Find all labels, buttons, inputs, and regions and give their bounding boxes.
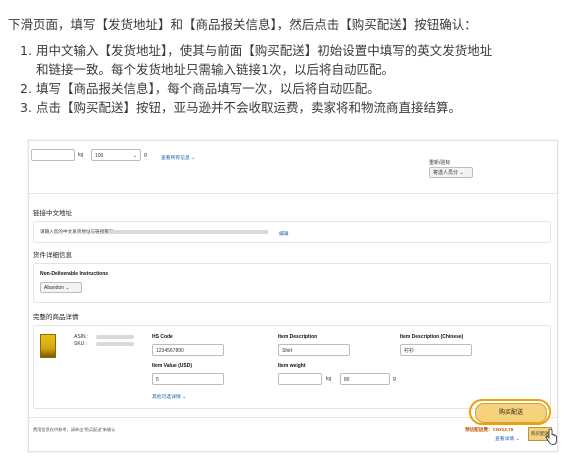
step-item: 1. 用中文输入【发货地址】，使其与前面【购买配送】初始设置中填写的英文发货地址… <box>20 41 492 79</box>
item-value-input[interactable]: 5 <box>152 373 224 385</box>
step-text-continued: 和链接一致。每个发货地址只需输入链接1次，以后将自动匹配。 <box>36 62 394 77</box>
estimated-fee: 预估配送费：CN¥13.76 <box>465 427 514 432</box>
sender-select[interactable]: 寄送人员分 ⌄ <box>429 167 473 178</box>
steps-list: 1. 用中文输入【发货地址】，使其与前面【购买配送】初始设置中填写的英文发货地址… <box>20 41 492 117</box>
dimension-input[interactable]: 100 ⌄ <box>91 149 141 161</box>
blurred-sku <box>96 342 134 346</box>
address-section-title: 链接中文地址 <box>33 210 72 217</box>
asin-label: ASIN : <box>74 334 89 340</box>
blurred-address <box>108 230 268 234</box>
right-label: 重新/验标 <box>429 160 451 166</box>
chevron-down-icon: ⌄ <box>132 153 137 159</box>
more-details-link[interactable]: 其他可选详情 ⌄ <box>152 393 186 400</box>
dimension-value: 100 <box>95 153 104 159</box>
kg-unit: kg <box>78 152 84 158</box>
buy-shipping-button[interactable]: 购买配送 <box>475 403 547 423</box>
item-description-cn-input[interactable]: 衬衫 <box>400 344 472 356</box>
weight-input[interactable] <box>31 149 75 161</box>
step-number: 1. <box>20 43 32 58</box>
step-item: 2. 填写【商品报关信息】，每个商品填写一次，以后将自动匹配。 <box>20 79 492 98</box>
item-description-label: Item Description <box>278 334 318 340</box>
hand-cursor-icon <box>545 429 557 445</box>
step-text: 点击【购买配送】按钮，亚马逊并不会收取运费，卖家将和物流商直接结算。 <box>36 100 462 115</box>
sku-label: SKU : <box>74 341 88 347</box>
screenshot-panel: kg 100 ⌄ g 查看所有信息 ⌄ 重新/验标 寄送人员分 ⌄ 链接中文地址… <box>28 140 558 452</box>
edit-address-link[interactable]: 编辑 <box>279 230 289 237</box>
weight-kg-unit: kg <box>326 376 332 382</box>
step-text: 用中文输入【发货地址】，使其与前面【购买配送】初始设置中填写的英文发货地址 <box>36 43 493 58</box>
step-number: 3. <box>20 100 32 115</box>
customs-box: ASIN : SKU : HS Code 1234567890 Item Des… <box>33 325 551 409</box>
step-number: 2. <box>20 81 32 96</box>
item-description-input[interactable]: Shirt <box>278 344 350 356</box>
step-text: 填写【商品报关信息】，每个商品填写一次，以后将自动匹配。 <box>36 81 380 96</box>
item-weight-g-input[interactable]: 80 <box>340 373 390 385</box>
divider <box>29 193 557 194</box>
product-image <box>40 334 56 358</box>
weight-g-unit: g <box>393 376 396 382</box>
address-box: 请输入您的中文发货地址与链接服务 编辑 <box>33 221 551 243</box>
item-weight-kg-input[interactable] <box>278 373 322 385</box>
g-unit: g <box>144 152 147 158</box>
intro-text: 下滑页面，填写【发货地址】和【商品报关信息】，然后点击【购买配送】按钮确认： <box>8 17 477 32</box>
fee-note: 费用信息仅供参考，请单击“购买配送”来确认 <box>33 427 116 432</box>
address-text: 请输入您的中文发货地址与链接服务 <box>40 229 114 234</box>
shipment-section-title: 货件详细信息 <box>33 252 72 259</box>
item-description-cn-label: Item Description (Chinese) <box>400 334 464 340</box>
nd-instructions-label: Non-Deliverable Instructions <box>40 271 109 277</box>
step-item: 3. 点击【购买配送】按钮，亚马逊并不会收取运费，卖家将和物流商直接结算。 <box>20 98 492 117</box>
item-weight-label: Item weight <box>278 363 306 369</box>
hs-code-input[interactable]: 1234567890 <box>152 344 224 356</box>
customs-section-title: 完整的商品详情 <box>33 314 79 321</box>
nd-instructions-select[interactable]: Abandon ⌄ <box>40 282 82 293</box>
item-value-label: Item Value (USD) <box>152 363 193 369</box>
blurred-asin <box>96 335 134 339</box>
show-all-link[interactable]: 查看所有信息 ⌄ <box>161 154 195 161</box>
shipment-box: Non-Deliverable Instructions Abandon ⌄ <box>33 263 551 303</box>
view-details-link[interactable]: 查看详情 ⌄ <box>495 435 520 442</box>
hs-code-label: HS Code <box>152 334 173 340</box>
